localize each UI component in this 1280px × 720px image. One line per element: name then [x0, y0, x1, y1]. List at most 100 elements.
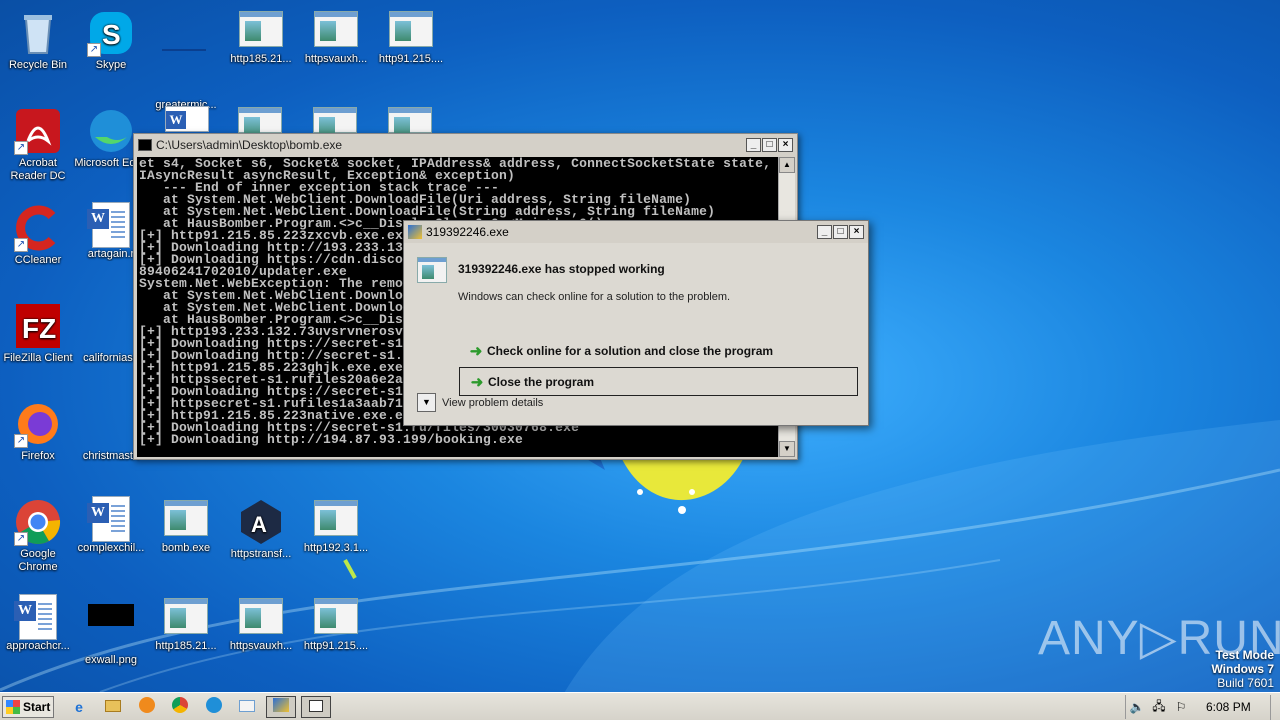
exe-file-icon: [164, 500, 208, 536]
image-file-icon: [87, 604, 135, 652]
desktop: Recycle Bin ↗ Acrobat Reader DC ↗ CClean…: [0, 0, 1280, 692]
clock[interactable]: 6:08 PM: [1206, 700, 1251, 714]
exe-file-icon: [239, 598, 283, 634]
taskbar-ie-icon[interactable]: e: [64, 696, 94, 718]
desktop-icon-recycle-bin[interactable]: Recycle Bin: [0, 5, 76, 91]
maximize-button[interactable]: □: [833, 225, 848, 239]
shortcut-arrow-icon: ↗: [87, 43, 101, 57]
exe-file-icon: [313, 107, 357, 137]
minimize-button[interactable]: _: [746, 138, 761, 152]
svg-text:A: A: [251, 512, 267, 537]
taskbar-edge-icon[interactable]: [199, 696, 229, 718]
green-arrow-icon: ➜: [469, 342, 483, 360]
exe-file-icon: [389, 11, 433, 47]
show-desktop-button[interactable]: [1270, 695, 1280, 720]
firefox-icon: ↗: [14, 400, 62, 448]
taskbar-chrome-icon[interactable]: [165, 696, 195, 718]
view-details-label[interactable]: View problem details: [442, 397, 543, 409]
test-mode-label: Test Mode Windows 7 Build 7601: [1211, 648, 1274, 690]
error-dialog[interactable]: 319392246.exe _ □ × 319392246.exe has st…: [403, 220, 869, 426]
word-doc-icon: W: [87, 496, 130, 542]
close-button[interactable]: ×: [849, 225, 864, 239]
desktop-icon-greatermic[interactable]: greatermic...: [148, 5, 224, 111]
desktop-icon-http91-a[interactable]: http91.215....: [373, 5, 449, 91]
ccleaner-icon: ↗: [14, 204, 62, 252]
shortcut-arrow-icon: ↗: [14, 238, 28, 252]
minimize-button[interactable]: _: [817, 225, 832, 239]
action-center-flag-icon[interactable]: ⚐: [1170, 700, 1192, 714]
taskbar: Start e 🔈 🖧 ⚐ 6:08 PM: [0, 692, 1280, 720]
console-line: [+] Downloading http://194.87.93.199/boo…: [139, 432, 524, 447]
desktop-icon-http185-b[interactable]: http185.21...: [148, 592, 224, 678]
console-icon: [138, 139, 152, 151]
svg-text:S: S: [102, 19, 121, 50]
desktop-icon-ccleaner[interactable]: ↗ CCleaner: [0, 200, 76, 286]
word-doc-icon: W: [165, 106, 209, 132]
word-doc-icon: W: [14, 594, 57, 640]
app-shield-icon: [408, 225, 422, 239]
desktop-icon-http91-b[interactable]: http91.215....: [298, 592, 374, 678]
blank-file-icon: [87, 302, 135, 350]
blank-file-icon: [87, 400, 135, 448]
chrome-icon: ↗: [14, 498, 62, 546]
desktop-icon-firefox[interactable]: ↗ Firefox: [0, 396, 76, 482]
exe-file-icon: [238, 107, 282, 137]
dialog-titlebar[interactable]: 319392246.exe _ □ ×: [404, 221, 868, 243]
scroll-down-icon[interactable]: ▼: [779, 441, 795, 457]
network-icon[interactable]: 🖧: [1148, 697, 1170, 718]
skype-icon: S ↗: [87, 9, 135, 57]
shortcut-arrow-icon: ↗: [14, 141, 28, 155]
desktop-icon-approachcr[interactable]: W approachcr...: [0, 592, 76, 678]
dialog-heading: 319392246.exe has stopped working: [458, 262, 665, 276]
desktop-icon-http185-a[interactable]: http185.21...: [223, 5, 299, 91]
program-icon: [417, 257, 447, 283]
desktop-icon-complexchil[interactable]: W complexchil...: [73, 494, 149, 580]
desktop-icon-acrobat[interactable]: ↗ Acrobat Reader DC: [0, 103, 76, 189]
taskbar-app-icon[interactable]: [232, 696, 262, 718]
dialog-subtext: Windows can check online for a solution …: [458, 291, 731, 303]
desktop-icon-bomb-exe[interactable]: bomb.exe: [148, 494, 224, 580]
taskbar-dialog-button[interactable]: [266, 696, 296, 718]
acrobat-icon: ↗: [14, 107, 62, 155]
exe-file-icon: [388, 107, 432, 137]
console-title: C:\Users\admin\Desktop\bomb.exe: [156, 138, 343, 152]
desktop-icon-http192[interactable]: http192.3.1...: [298, 494, 374, 580]
filezilla-icon: FZ: [14, 302, 62, 350]
volume-icon[interactable]: 🔈: [1126, 700, 1148, 714]
dialog-content: 319392246.exe has stopped working Window…: [404, 243, 868, 425]
dialog-title: 319392246.exe: [426, 225, 509, 239]
desktop-icon-skype[interactable]: S ↗ Skype: [73, 5, 149, 91]
exe-file-icon: [314, 598, 358, 634]
desktop-icon-exwall[interactable]: exwall.png: [73, 592, 149, 678]
exe-file-icon: [164, 598, 208, 634]
desktop-icon-filezilla[interactable]: FZ FileZilla Client: [0, 298, 76, 384]
desktop-icon-httpsvauxh-b[interactable]: httpsvauxh...: [223, 592, 299, 678]
blank-file-icon: [162, 49, 210, 97]
taskbar-explorer-icon[interactable]: [98, 696, 128, 718]
arctic-icon: A: [237, 498, 285, 546]
taskbar-media-player-icon[interactable]: [132, 696, 162, 718]
edge-icon: [87, 107, 135, 155]
check-online-option[interactable]: ➜ Check online for a solution and close …: [459, 336, 858, 365]
shortcut-arrow-icon: ↗: [14, 532, 28, 546]
view-details-toggle[interactable]: ▼: [417, 393, 436, 412]
recycle-bin-icon: [14, 9, 62, 57]
shortcut-arrow-icon: ↗: [14, 434, 28, 448]
desktop-icon-httpstransf[interactable]: A httpstransf...: [223, 494, 299, 580]
exe-file-icon: [314, 500, 358, 536]
exe-file-icon: [239, 11, 283, 47]
close-button[interactable]: ×: [778, 138, 793, 152]
desktop-icon-chrome[interactable]: ↗ Google Chrome: [0, 494, 76, 580]
start-button[interactable]: Start: [2, 696, 54, 718]
taskbar-console-button[interactable]: [301, 696, 331, 718]
scroll-up-icon[interactable]: ▲: [779, 157, 795, 173]
system-tray: 🔈 🖧 ⚐ 6:08 PM: [1125, 695, 1280, 720]
green-arrow-icon: ➜: [470, 373, 484, 391]
word-doc-icon: W: [87, 202, 130, 248]
close-program-option[interactable]: ➜ Close the program: [459, 367, 858, 396]
exe-file-icon: [314, 11, 358, 47]
desktop-icon-httpsvauxh-a[interactable]: httpsvauxh...: [298, 5, 374, 91]
console-titlebar[interactable]: C:\Users\admin\Desktop\bomb.exe _ □ ×: [134, 134, 797, 156]
windows-flag-icon: [6, 700, 20, 714]
maximize-button[interactable]: □: [762, 138, 777, 152]
